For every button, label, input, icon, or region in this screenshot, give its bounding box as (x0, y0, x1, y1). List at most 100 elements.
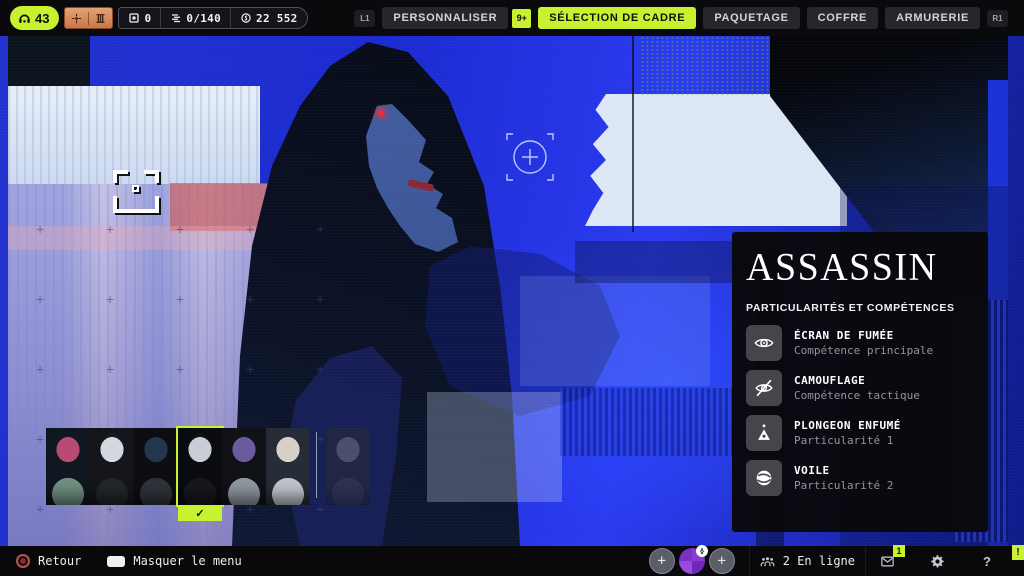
list-icon (170, 12, 182, 24)
smoke-screen-icon (753, 332, 775, 354)
tab-coffre[interactable]: COFFRE (807, 7, 878, 29)
hide-menu-button[interactable]: Masquer le menu (107, 554, 241, 568)
reticle-icon (70, 12, 83, 25)
ability-name: VOILE (794, 464, 893, 477)
faction-subtitle: PARTICULARITÉS ET COMPÉTENCES (746, 302, 974, 314)
character-portrait[interactable] (46, 428, 90, 505)
tab-label: PERSONNALISER (393, 12, 497, 24)
ladder-icon[interactable] (88, 12, 112, 25)
add-friend-button[interactable]: + (709, 548, 735, 574)
hud-stat-value: 0/140 (186, 12, 221, 25)
character-portrait-locked[interactable] (326, 428, 370, 505)
bracket-center-dot (132, 185, 139, 192)
bracket-bottom (113, 196, 159, 213)
prestige-pill (64, 7, 113, 29)
ability-name: CAMOUFLAGE (794, 374, 920, 387)
veil-icon (753, 467, 775, 489)
online-status[interactable]: 2 En ligne (760, 554, 855, 569)
top-bar: 43 0 0/140 22 552 L1 PERSONNALISER9+SÉLECT… (0, 0, 1024, 36)
touchpad-icon (107, 556, 125, 567)
ability-row: CAMOUFLAGE Compétence tactique (746, 370, 974, 406)
ability-icon-tile (746, 415, 782, 451)
nav-tabs: PERSONNALISER9+SÉLECTION DE CADREPAQUETA… (382, 7, 980, 29)
tab-label: SÉLECTION DE CADRE (549, 12, 685, 24)
online-label: 2 En ligne (783, 554, 855, 568)
character-portrait[interactable] (90, 428, 134, 505)
ability-type: Particularité 1 (794, 434, 901, 447)
headset-icon (17, 11, 32, 26)
currency-pill: 0 0/140 22 552 (118, 7, 307, 29)
ladder-icon (94, 12, 107, 25)
frame-icon (128, 12, 140, 24)
tab-personnaliser[interactable]: PERSONNALISER (382, 7, 508, 29)
portrait-divider (316, 432, 317, 498)
tab-armurerie[interactable]: ARMURERIE (885, 7, 980, 29)
ability-icon-tile (746, 370, 782, 406)
ability-text: CAMOUFLAGE Compétence tactique (794, 374, 920, 402)
bracket-top-left (113, 170, 128, 183)
mail-count-badge: 1 (893, 545, 905, 557)
mail-button[interactable]: 1 (876, 546, 898, 576)
reticle-icon[interactable] (65, 12, 88, 25)
ability-type: Particularité 2 (794, 479, 893, 492)
gear-icon (930, 554, 945, 569)
hud-stats: 43 0 0/140 22 552 (10, 6, 308, 30)
help-button[interactable]: ? (976, 546, 998, 576)
character-portrait[interactable] (266, 428, 310, 505)
ability-icon-tile (746, 460, 782, 496)
character-portrait[interactable] (178, 428, 222, 505)
ability-text: PLONGEON ENFUMÉ Particularité 1 (794, 419, 901, 447)
hide-menu-label: Masquer le menu (133, 554, 241, 568)
settings-button[interactable] (926, 546, 948, 576)
player-level-value: 43 (35, 11, 49, 26)
circle-button-icon (16, 554, 30, 568)
hud-stat: 22 552 (230, 8, 307, 28)
coin-icon (240, 12, 252, 24)
game-screen: +++++++++++++++++++++++++ 43 00/14022 55… (0, 0, 1024, 576)
ability-type: Compétence tactique (794, 389, 920, 402)
add-friend-button[interactable]: + (649, 548, 675, 574)
ability-icon-tile (746, 325, 782, 361)
top-nav: L1 PERSONNALISER9+SÉLECTION DE CADREPAQU… (354, 0, 1008, 36)
ability-text: ÉCRAN DE FUMÉE Compétence principale (794, 329, 933, 357)
hud-stat-value: 22 552 (256, 12, 298, 25)
character-portrait[interactable] (134, 428, 178, 505)
camouflage-icon (753, 377, 775, 399)
question-icon: ? (983, 554, 991, 569)
back-button[interactable]: Retour (16, 554, 81, 568)
bottom-right-group: + + 2 En ligne 1 ? ! (649, 546, 1024, 576)
selected-check-tab: ✓ (178, 505, 222, 521)
gear-icon (930, 554, 945, 569)
tab-s-lection-de-cadre[interactable]: SÉLECTION DE CADRE (538, 7, 696, 29)
character-portrait[interactable] (222, 428, 266, 505)
plus-icon: + (718, 553, 726, 569)
alert-badge: ! (1012, 545, 1024, 560)
ability-name: PLONGEON ENFUMÉ (794, 419, 901, 432)
player-level-pill: 43 (10, 6, 59, 30)
hud-stat: 0 (119, 8, 160, 28)
selection-bracket-marker (107, 170, 167, 222)
ability-row: PLONGEON ENFUMÉ Particularité 1 (746, 415, 974, 451)
people-icon (760, 554, 775, 569)
player-avatar[interactable] (679, 548, 705, 574)
bottom-bar: Retour Masquer le menu + + 2 En ligne 1 (0, 546, 1024, 576)
mic-badge-icon (696, 545, 708, 557)
tab-paquetage[interactable]: PAQUETAGE (703, 7, 799, 29)
ability-type: Compétence principale (794, 344, 933, 357)
faction-panel: ASSASSIN PARTICULARITÉS ET COMPÉTENCES É… (732, 232, 988, 532)
tab-label: ARMURERIE (896, 12, 969, 24)
shoulder-left-hint: L1 (354, 10, 375, 27)
tab-label: COFFRE (818, 12, 867, 24)
tab-label: PAQUETAGE (714, 12, 788, 24)
ability-text: VOILE Particularité 2 (794, 464, 893, 492)
mic-icon (698, 547, 706, 555)
hud-stat-value: 0 (144, 12, 151, 25)
smoke-dive-icon (753, 422, 775, 444)
headset-icon (17, 11, 32, 26)
bracket-top-right (144, 170, 159, 183)
plus-icon: + (658, 553, 666, 569)
shoulder-right-hint: R1 (987, 10, 1008, 27)
separator (749, 546, 750, 576)
ability-row: ÉCRAN DE FUMÉE Compétence principale (746, 325, 974, 361)
squad-icon (760, 554, 775, 569)
